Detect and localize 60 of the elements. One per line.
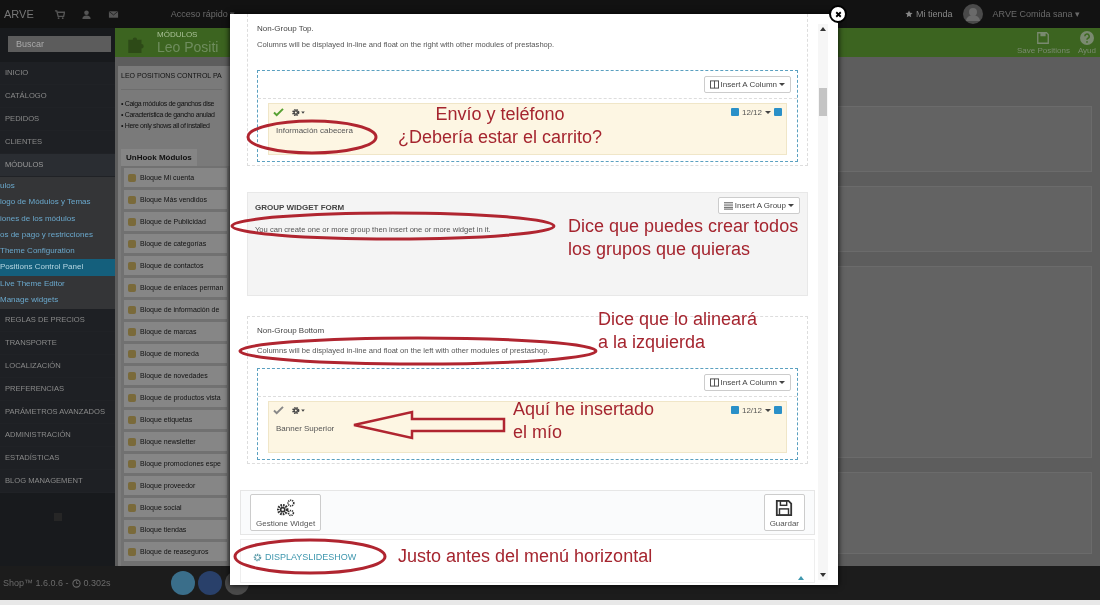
gear-icon[interactable] <box>291 405 306 415</box>
annotation-text: Dice que lo alineará a la izquierda <box>598 308 759 354</box>
scrollbar[interactable] <box>818 24 828 580</box>
widget-name: Información cabecera <box>275 126 354 135</box>
mail-icon[interactable] <box>107 8 119 20</box>
column-size[interactable]: 12/12 <box>741 107 762 117</box>
section-title: Non-Group Bottom <box>257 325 325 337</box>
close-icon <box>833 9 843 19</box>
action-button[interactable]: Guardar <box>763 494 805 531</box>
version-text: Shop™ 1.6.0.6 - <box>3 578 69 588</box>
annotation-text: Envío y teléfono ¿Debería estar el carrito? <box>396 103 604 149</box>
column-size[interactable]: 12/12 <box>741 405 762 415</box>
user-icon[interactable] <box>80 8 92 20</box>
submenu-item[interactable]: Live Theme Editor <box>0 275 115 293</box>
load-time: 0.302s <box>83 578 111 588</box>
scroll-up-icon[interactable] <box>820 27 826 31</box>
minus-icon[interactable] <box>730 108 739 116</box>
check-icon[interactable] <box>273 107 284 117</box>
annotation-text: Justo antes del menú horizontal <box>398 545 654 568</box>
insert-column-button[interactable]: Insert A Column <box>703 374 791 391</box>
minus-icon[interactable] <box>730 406 739 414</box>
check-icon[interactable] <box>273 405 284 415</box>
section-title: Non-Group Top. <box>257 23 314 35</box>
page-title: Leo Positi <box>157 39 219 55</box>
insert-column-button[interactable]: Insert A Column <box>703 76 791 93</box>
submenu-item[interactable]: Positions Control Panel <box>0 259 115 276</box>
submenu-item[interactable]: ulos <box>0 178 115 195</box>
columns-icon <box>709 378 719 387</box>
search-field[interactable]: Buscar <box>8 36 111 52</box>
save-icon <box>1036 30 1051 45</box>
gear-icon[interactable] <box>291 107 306 117</box>
scroll-thumb[interactable] <box>819 88 827 116</box>
submenu-item[interactable]: Manage widgets <box>0 292 115 309</box>
section-title: GROUP WIDGET FORM <box>255 202 345 214</box>
scroll-top-icon[interactable] <box>798 576 804 580</box>
breadcrumb: MÓDULOS <box>157 30 199 39</box>
hook-link[interactable]: DISPLAYSLIDESHOW <box>253 552 357 562</box>
avatar-icon <box>962 4 983 24</box>
action-button[interactable]: Gestione Widget <box>250 494 322 531</box>
star-icon <box>905 10 914 18</box>
columns-icon <box>709 80 719 89</box>
save-icon <box>774 499 795 517</box>
clock-icon <box>71 578 81 588</box>
submenu-item[interactable]: Theme Configuration <box>0 243 115 260</box>
shop-link[interactable]: Mi tienda <box>905 9 953 19</box>
annotation-text: Aquí he insertado el mío <box>513 398 656 444</box>
cart-icon[interactable] <box>53 8 65 20</box>
user-menu[interactable]: ARVE Comida sana ▾ <box>992 9 1080 19</box>
gears-icon <box>275 499 296 517</box>
annotation-text: Dice que puedes crear todos los grupos que quieras <box>568 215 800 261</box>
widget-name: Banner Superior <box>275 424 336 433</box>
tab[interactable]: UnHook Módulos <box>121 149 197 166</box>
submenu-item[interactable]: iones de los módulos <box>0 210 115 227</box>
submenu-item[interactable]: os de pago y restricciones <box>0 226 115 244</box>
scroll-down-icon[interactable] <box>820 573 826 577</box>
gear-icon <box>253 552 262 562</box>
submenu-item[interactable]: logo de Módulos y Temas <box>0 194 115 211</box>
brand-name: ARVE <box>4 8 34 20</box>
insert-group-button[interactable]: Insert A Group <box>717 197 800 214</box>
list-icon <box>723 201 733 210</box>
